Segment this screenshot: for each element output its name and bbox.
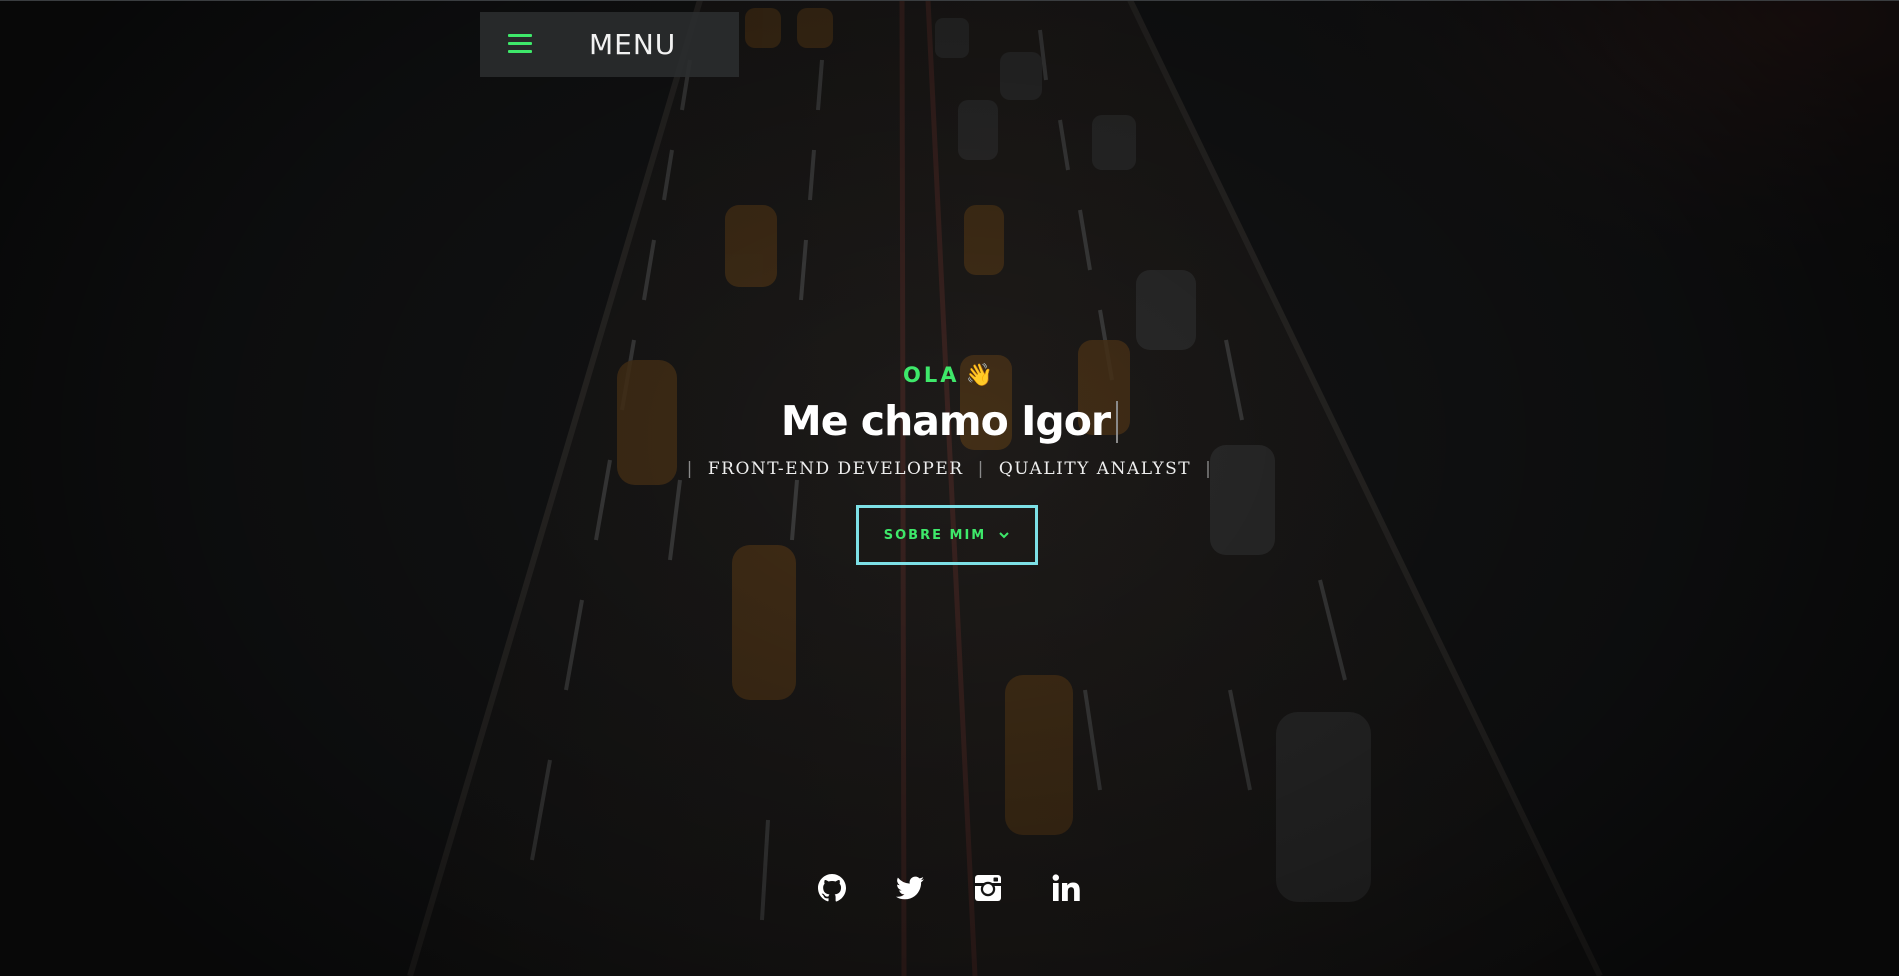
social-links: [816, 872, 1086, 906]
hamburger-icon: [508, 34, 532, 54]
role-item: FRONT-END DEVELOPER: [707, 459, 964, 479]
menu-button[interactable]: MENU: [480, 12, 739, 77]
about-me-button[interactable]: SOBRE MIM: [856, 505, 1038, 565]
instagram-icon: [975, 875, 1001, 901]
hero-section: OLA 👋 Me chamo Igor | FRONT-END DEVELOPER |…: [0, 355, 1899, 481]
linkedin-link[interactable]: [1050, 872, 1082, 904]
instagram-link[interactable]: [972, 872, 1004, 904]
greeting: OLA 👋: [0, 355, 1899, 395]
greeting-text: OLA: [903, 363, 960, 387]
role-separator: |: [686, 459, 694, 479]
chevron-down-icon: [999, 532, 1009, 539]
top-border: [0, 0, 1899, 1]
role-separator: |: [1205, 459, 1213, 479]
menu-label: MENU: [589, 28, 677, 61]
roles-line: | FRONT-END DEVELOPER | QUALITY ANALYST |: [0, 457, 1899, 481]
name-heading: Me chamo Igor: [780, 397, 1111, 445]
waving-hand-icon: 👋: [965, 363, 996, 388]
page-title: Me chamo Igor: [0, 395, 1899, 447]
role-separator: |: [977, 459, 985, 479]
github-icon: [818, 874, 846, 902]
typing-cursor: [1116, 401, 1119, 443]
twitter-link[interactable]: [894, 872, 926, 904]
background-highway-image: [0, 0, 1899, 976]
twitter-icon: [896, 876, 924, 900]
github-link[interactable]: [816, 872, 848, 904]
role-item: QUALITY ANALYST: [998, 459, 1192, 479]
page: MENU OLA 👋 Me chamo Igor | FRONT-END DEVEL…: [0, 0, 1899, 976]
linkedin-icon: [1052, 874, 1080, 901]
about-me-label: SOBRE MIM: [883, 527, 987, 543]
